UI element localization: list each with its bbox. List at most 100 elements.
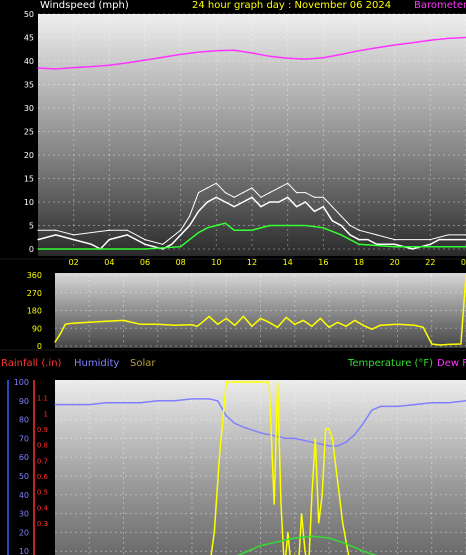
data-point bbox=[201, 321, 203, 323]
data-point bbox=[331, 437, 333, 439]
data-point bbox=[422, 326, 424, 328]
data-point bbox=[314, 437, 316, 439]
data-point bbox=[345, 441, 347, 443]
data-point bbox=[242, 552, 244, 554]
data-point bbox=[294, 537, 296, 539]
data-point bbox=[251, 325, 253, 327]
x-tick-label: 10 bbox=[211, 258, 221, 267]
x-tick-label: 14 bbox=[283, 258, 293, 267]
data-point bbox=[447, 37, 449, 40]
data-point bbox=[294, 437, 296, 439]
windspeed-label: Windspeed (mph) bbox=[40, 0, 129, 11]
y-tick-label: 70 bbox=[19, 434, 29, 443]
data-point bbox=[55, 68, 57, 70]
data-point bbox=[37, 67, 39, 69]
data-point bbox=[259, 432, 262, 434]
data-point bbox=[71, 404, 73, 406]
data-point bbox=[340, 224, 342, 227]
data-point bbox=[197, 192, 200, 194]
data-point bbox=[242, 315, 244, 317]
data-point bbox=[225, 317, 227, 319]
rain-tick-label: 0.7 bbox=[37, 457, 48, 465]
data-point bbox=[345, 541, 347, 543]
data-point bbox=[180, 234, 182, 236]
data-point bbox=[251, 196, 253, 198]
data-point bbox=[189, 215, 191, 217]
x-tick-label: 00 bbox=[461, 258, 466, 267]
data-point bbox=[278, 187, 280, 189]
data-point bbox=[234, 422, 236, 424]
data-point bbox=[269, 55, 271, 57]
data-point bbox=[429, 239, 431, 241]
x-tick-label: 18 bbox=[354, 258, 364, 267]
rain-tick-label: 0.6 bbox=[37, 473, 49, 481]
data-point bbox=[349, 239, 351, 241]
y-tick-label: 0 bbox=[29, 245, 34, 254]
data-point bbox=[394, 239, 396, 241]
data-point bbox=[342, 522, 344, 524]
data-point bbox=[349, 234, 351, 236]
data-point bbox=[144, 59, 146, 61]
data-point bbox=[37, 239, 39, 241]
data-point bbox=[460, 343, 462, 345]
data-point bbox=[59, 333, 61, 335]
y-tick-label: 40 bbox=[24, 57, 34, 66]
data-point bbox=[414, 324, 416, 326]
y-tick-label: 0 bbox=[37, 342, 42, 351]
data-point bbox=[277, 381, 279, 383]
temperature-label: Temperature (°F) bbox=[348, 358, 434, 369]
data-point bbox=[88, 321, 90, 323]
data-point bbox=[126, 234, 128, 236]
data-point bbox=[322, 196, 324, 198]
data-point bbox=[338, 494, 340, 496]
data-point bbox=[189, 224, 191, 227]
data-point bbox=[108, 64, 110, 66]
data-point bbox=[251, 52, 253, 54]
data-point bbox=[234, 324, 236, 326]
data-point bbox=[73, 234, 75, 236]
data-point bbox=[328, 428, 330, 430]
data-point bbox=[287, 196, 289, 198]
data-point bbox=[157, 400, 159, 402]
data-point bbox=[411, 248, 414, 250]
data-point bbox=[331, 206, 333, 208]
data-point bbox=[225, 415, 227, 417]
data-point bbox=[318, 522, 320, 524]
data-point bbox=[287, 57, 289, 59]
data-point bbox=[321, 494, 323, 496]
data-point bbox=[328, 326, 330, 328]
data-point bbox=[233, 229, 235, 231]
data-point bbox=[448, 402, 450, 404]
data-point bbox=[362, 550, 364, 552]
data-point bbox=[242, 192, 244, 194]
data-point bbox=[345, 325, 347, 327]
data-point bbox=[304, 58, 307, 60]
graph-title: 24 hour graph day : November 06 2024 bbox=[192, 0, 392, 11]
data-point bbox=[394, 44, 396, 46]
data-point bbox=[140, 402, 142, 404]
data-point bbox=[394, 243, 396, 245]
y-tick-label: 270 bbox=[27, 289, 42, 298]
data-point bbox=[394, 246, 396, 248]
data-point bbox=[259, 381, 262, 383]
data-point bbox=[157, 323, 159, 325]
data-point bbox=[302, 319, 304, 321]
data-point bbox=[319, 317, 321, 319]
data-point bbox=[144, 239, 146, 241]
data-point bbox=[447, 239, 449, 241]
data-point bbox=[215, 182, 217, 184]
data-point bbox=[358, 239, 360, 241]
data-point bbox=[447, 234, 449, 236]
data-point bbox=[285, 316, 287, 318]
data-point bbox=[328, 537, 330, 539]
humidity-label: Humidity bbox=[74, 358, 120, 369]
y-tick-label: 30 bbox=[19, 510, 29, 519]
data-point bbox=[196, 325, 198, 327]
y-tick-label: 20 bbox=[24, 151, 34, 160]
data-point bbox=[304, 224, 307, 227]
data-point bbox=[260, 196, 262, 198]
data-point bbox=[242, 201, 244, 203]
data-point bbox=[191, 398, 193, 400]
data-point bbox=[208, 315, 210, 317]
data-point bbox=[233, 49, 235, 51]
